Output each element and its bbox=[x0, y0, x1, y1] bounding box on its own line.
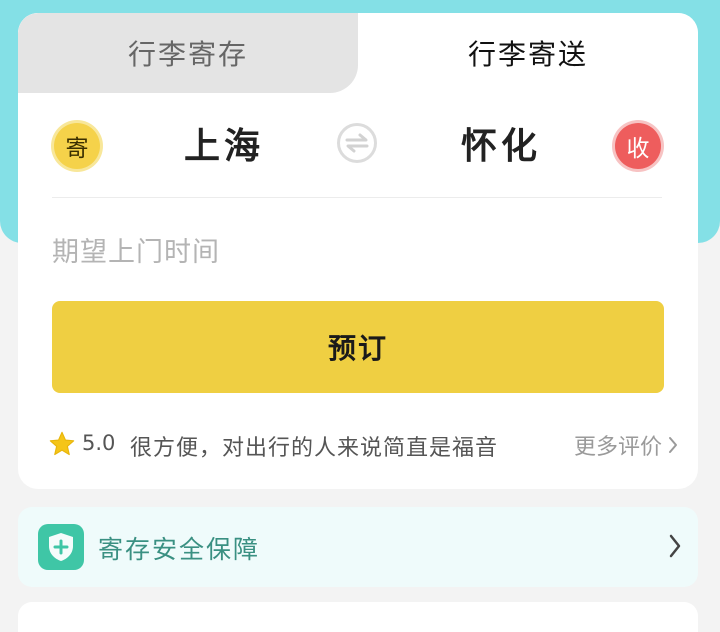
chevron-right-icon bbox=[669, 534, 681, 558]
book-button[interactable]: 预订 bbox=[52, 301, 664, 393]
pickup-time-field[interactable]: 期望上门时间 bbox=[52, 227, 662, 271]
next-section-card bbox=[18, 602, 698, 632]
shield-plus-icon bbox=[38, 524, 84, 570]
more-reviews-link[interactable]: 更多评价 bbox=[574, 429, 678, 461]
more-reviews-label: 更多评价 bbox=[573, 435, 662, 460]
safety-guarantee-row[interactable]: 寄存安全保障 bbox=[18, 507, 698, 587]
chevron-right-icon bbox=[669, 437, 677, 453]
divider bbox=[52, 197, 662, 198]
receive-badge: 收 bbox=[615, 123, 661, 169]
to-city[interactable]: 怀化 bbox=[461, 117, 541, 169]
review-row: 5.0 很方便，对出行的人来说简直是福音 更多评价 bbox=[48, 425, 678, 465]
review-quote: 很方便，对出行的人来说简直是福音 bbox=[130, 436, 499, 461]
tab-luggage-storage[interactable]: 行李寄存 bbox=[18, 13, 358, 93]
tab-luggage-delivery[interactable]: 行李寄送 bbox=[358, 13, 698, 93]
rating-value: 5.0 bbox=[82, 431, 116, 455]
swap-icon[interactable] bbox=[337, 123, 377, 163]
route-selector: 寄 上海 怀化 收 bbox=[18, 103, 698, 199]
tab-bar: 行李寄存 行李寄送 bbox=[18, 13, 698, 95]
guarantee-label: 寄存安全保障 bbox=[98, 535, 261, 564]
booking-card: 行李寄存 行李寄送 寄 上海 怀化 收 期望上门时间 预订 5.0 很方便，对出… bbox=[18, 13, 698, 489]
from-city[interactable]: 上海 bbox=[184, 117, 264, 169]
send-badge: 寄 bbox=[54, 123, 100, 169]
star-icon bbox=[49, 431, 75, 456]
